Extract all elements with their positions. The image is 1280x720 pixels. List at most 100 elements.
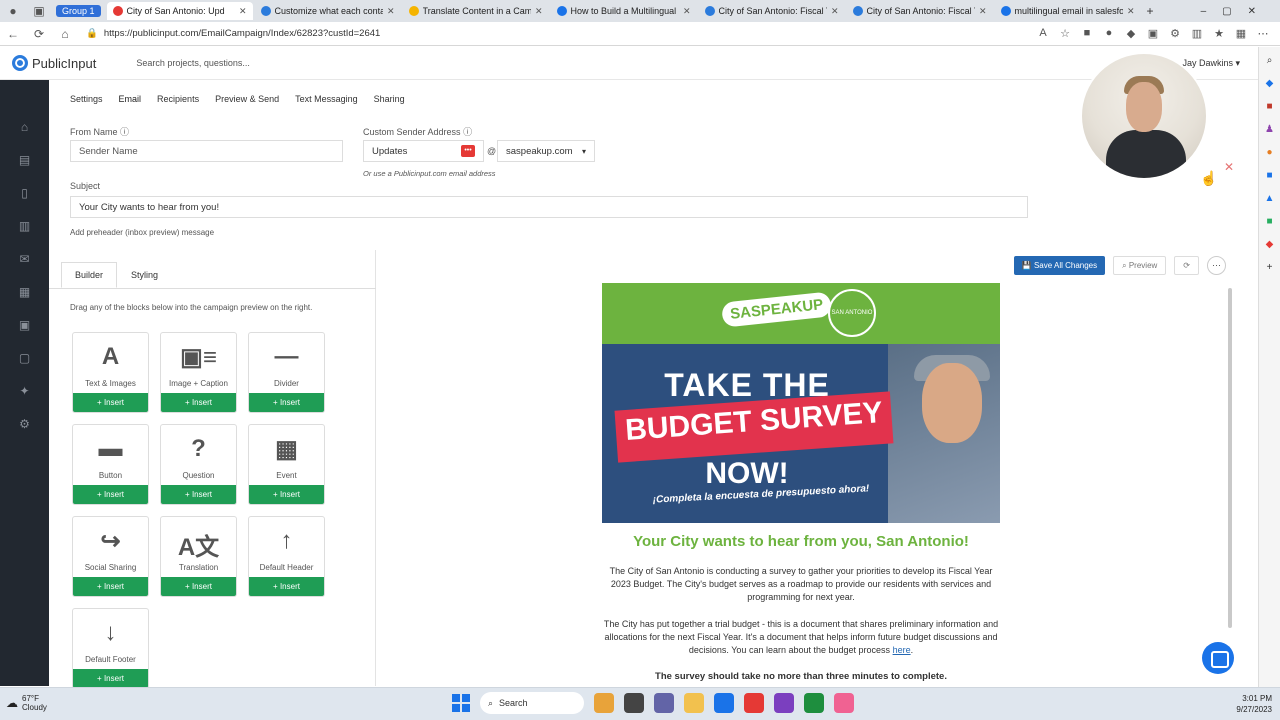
settings-icon[interactable]: ⚙	[19, 417, 30, 435]
survey-banner-image[interactable]: SASPEAKUP SAN ANTONIO TAKE THE BUDGET SU…	[602, 283, 1000, 523]
insert-button[interactable]: + Insert	[73, 669, 148, 688]
close-tab-icon[interactable]: ✕	[979, 6, 987, 17]
refresh-preview-button[interactable]: ⟳	[1174, 256, 1199, 275]
new-tab-icon[interactable]: +	[1147, 4, 1154, 18]
refresh-icon[interactable]: ⟳	[26, 27, 52, 41]
close-tab-icon[interactable]: ✕	[535, 6, 543, 17]
tab-builder[interactable]: Builder	[61, 262, 118, 288]
insert-button[interactable]: + Insert	[73, 393, 148, 412]
app-icon[interactable]	[834, 693, 854, 713]
insert-button[interactable]: + Insert	[73, 485, 148, 504]
search-icon[interactable]: ⌕	[1267, 55, 1273, 66]
reports-icon[interactable]: ▦	[19, 285, 30, 303]
publicinput-logo[interactable]: PublicInput	[12, 55, 96, 71]
info-icon[interactable]: ⓘ	[463, 127, 472, 137]
teams-icon[interactable]	[654, 693, 674, 713]
read-aloud-icon[interactable]: A	[1032, 27, 1054, 40]
browser-menu-icon[interactable]: ⋯	[1252, 27, 1274, 40]
tools-icon[interactable]: ■	[1266, 101, 1272, 112]
insert-button[interactable]: + Insert	[249, 393, 324, 412]
slack-icon[interactable]	[744, 693, 764, 713]
block-default-footer[interactable]: ↓ Default Footer + Insert	[72, 608, 149, 689]
global-search-input[interactable]: Search projects, questions...	[136, 58, 250, 68]
user-menu[interactable]: Jay Dawkins ▾	[1182, 58, 1240, 69]
tab-settings[interactable]: Settings	[70, 94, 103, 104]
tab-styling[interactable]: Styling	[117, 262, 172, 288]
games-icon[interactable]: ♟	[1265, 124, 1274, 135]
documents-icon[interactable]: ▯	[21, 186, 28, 204]
taskbar-search[interactable]: ⌕ Search	[480, 692, 584, 714]
calendar-icon[interactable]: ▢	[19, 351, 30, 369]
tab-sharing[interactable]: Sharing	[374, 94, 405, 104]
browser-tab[interactable]: multilingual email in salesforc ✕	[995, 2, 1141, 20]
tab-preview-send[interactable]: Preview & Send	[215, 94, 279, 104]
close-tab-icon[interactable]: ✕	[1127, 6, 1135, 17]
edge-icon[interactable]	[714, 693, 734, 713]
tab-email[interactable]: Email	[119, 94, 142, 104]
save-all-changes-button[interactable]: 💾 Save All Changes	[1013, 256, 1106, 275]
tag-icon[interactable]: ◆	[1266, 78, 1274, 89]
map-icon[interactable]: ▥	[19, 219, 30, 237]
preview-scrollbar[interactable]	[1228, 288, 1232, 628]
tab-text-messaging[interactable]: Text Messaging	[295, 94, 358, 104]
task-view-icon[interactable]	[624, 693, 644, 713]
split-screen-icon[interactable]: ▥	[1186, 27, 1208, 40]
browser-tab[interactable]: City of San Antonio: Upd ✕	[106, 2, 253, 20]
webcam-overlay[interactable]	[1080, 52, 1208, 180]
block-default-header[interactable]: ↑ Default Header + Insert	[248, 516, 325, 597]
windows-start-icon[interactable]	[452, 694, 470, 712]
tools-icon[interactable]: ✦	[19, 384, 29, 402]
contacts-icon[interactable]: ▣	[19, 318, 30, 336]
app-icon[interactable]: ■	[1266, 216, 1272, 227]
subject-input[interactable]: Your City wants to hear from you!	[70, 196, 1028, 218]
weather-widget[interactable]: ☁ 67°F Cloudy	[6, 694, 47, 712]
webcam-close-icon[interactable]: ✕	[1224, 160, 1234, 174]
insert-button[interactable]: + Insert	[161, 485, 236, 504]
insert-button[interactable]: + Insert	[161, 577, 236, 596]
email-icon[interactable]: ✉	[19, 252, 29, 270]
extension-icon[interactable]: ▣	[1142, 27, 1164, 40]
chrome-icon[interactable]	[804, 693, 824, 713]
insert-button[interactable]: + Insert	[249, 577, 324, 596]
favorite-icon[interactable]: ☆	[1054, 27, 1076, 40]
close-tab-icon[interactable]: ✕	[683, 6, 691, 17]
extension-icon[interactable]: ●	[1098, 27, 1120, 40]
chat-support-button[interactable]	[1202, 642, 1234, 674]
browser-tab[interactable]: Customize what each contact ✕	[255, 2, 401, 20]
tab-recipients[interactable]: Recipients	[157, 94, 199, 104]
browser-tab[interactable]: How to Build a Multilingual D ✕	[551, 2, 697, 20]
add-icon[interactable]: +	[1267, 262, 1273, 273]
block-event[interactable]: ▦ Event + Insert	[248, 424, 325, 505]
insert-button[interactable]: + Insert	[73, 577, 148, 596]
block-image-caption[interactable]: ▣≡ Image + Caption + Insert	[160, 332, 237, 413]
tab-actions-icon[interactable]: ▣	[26, 4, 52, 18]
extension-icon[interactable]: ◆	[1120, 27, 1142, 40]
browser-tab[interactable]: Translate Content in a Campa ✕	[403, 2, 549, 20]
outlook-icon[interactable]: ■	[1266, 170, 1272, 181]
budget-process-link[interactable]: here	[893, 645, 911, 655]
preview-button[interactable]: ⌕ Preview	[1113, 256, 1167, 275]
tab-group-label[interactable]: Group 1	[56, 5, 101, 17]
block-question[interactable]: ? Question + Insert	[160, 424, 237, 505]
insert-button[interactable]: + Insert	[161, 393, 236, 412]
favorites-icon[interactable]: ★	[1208, 27, 1230, 40]
window-controls[interactable]: –▢✕	[1201, 6, 1272, 17]
app-icon[interactable]: ◆	[1266, 239, 1274, 250]
office-icon[interactable]: ●	[1266, 147, 1272, 158]
url-field[interactable]: 🔒 https://publicinput.com/EmailCampaign/…	[86, 25, 846, 43]
block-translation[interactable]: A文 Translation + Insert	[160, 516, 237, 597]
block-social-sharing[interactable]: ↪ Social Sharing + Insert	[72, 516, 149, 597]
close-tab-icon[interactable]: ✕	[831, 6, 839, 17]
system-clock[interactable]: 3:01 PM 9/27/2023	[1236, 693, 1272, 715]
close-tab-icon[interactable]: ✕	[239, 6, 247, 17]
file-explorer-icon[interactable]	[684, 693, 704, 713]
browser-tab[interactable]: City of San Antonio: Fiscal Ye ✕	[847, 2, 993, 20]
collections-icon[interactable]: ▦	[1230, 27, 1252, 40]
close-tab-icon[interactable]: ✕	[387, 6, 395, 17]
insert-button[interactable]: + Insert	[249, 485, 324, 504]
block-divider[interactable]: — Divider + Insert	[248, 332, 325, 413]
info-icon[interactable]: ⓘ	[120, 127, 129, 137]
block-button[interactable]: ▬ Button + Insert	[72, 424, 149, 505]
block-text-images[interactable]: A Text & Images + Insert	[72, 332, 149, 413]
back-icon[interactable]: ←	[0, 27, 26, 41]
